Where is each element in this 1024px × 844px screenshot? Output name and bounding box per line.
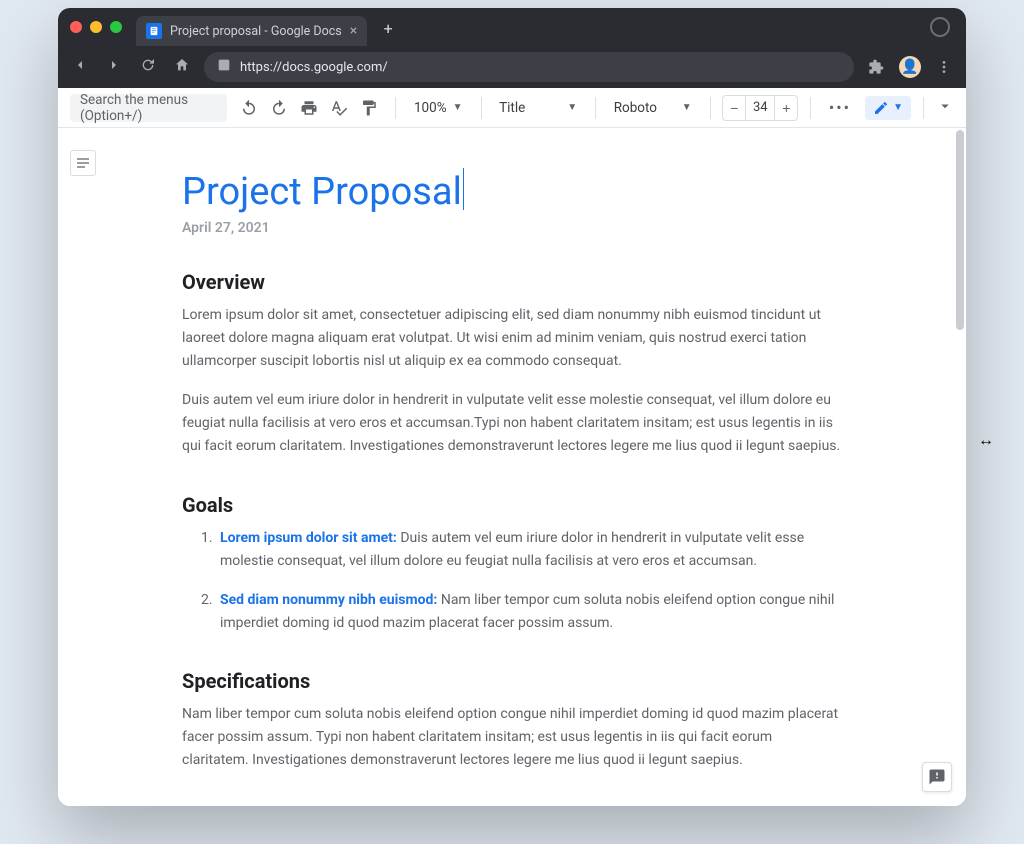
home-button[interactable] bbox=[170, 57, 194, 77]
chevron-down-icon: ▼ bbox=[453, 102, 463, 113]
window-profile-icon[interactable] bbox=[930, 17, 950, 37]
tab-title: Project proposal - Google Docs bbox=[170, 24, 342, 39]
back-button[interactable] bbox=[68, 57, 92, 77]
heading-overview[interactable]: Overview bbox=[182, 270, 842, 294]
minimize-window-button[interactable] bbox=[90, 21, 102, 33]
font-size-stepper[interactable]: − 34 + bbox=[722, 95, 798, 121]
paint-format-button[interactable] bbox=[355, 94, 383, 122]
paragraph-style-dropdown[interactable]: Title ▼ bbox=[493, 94, 583, 122]
spellcheck-button[interactable] bbox=[325, 94, 353, 122]
reload-button[interactable] bbox=[136, 57, 160, 77]
titlebar: Project proposal - Google Docs × + bbox=[58, 8, 966, 46]
chevron-down-icon: ▼ bbox=[893, 102, 903, 113]
window-controls bbox=[70, 21, 122, 33]
separator bbox=[710, 97, 711, 119]
font-family-dropdown[interactable]: Roboto ▼ bbox=[608, 94, 698, 122]
overview-paragraph-2[interactable]: Duis autem vel eum iriure dolor in hendr… bbox=[182, 389, 842, 458]
text-cursor bbox=[463, 168, 465, 210]
scrollbar-thumb[interactable] bbox=[956, 130, 964, 330]
goal-item-2[interactable]: Sed diam nonummy nibh euismod: Nam liber… bbox=[216, 589, 842, 635]
separator bbox=[810, 97, 811, 119]
specifications-paragraph[interactable]: Nam liber tempor cum soluta nobis eleife… bbox=[182, 703, 842, 772]
separator bbox=[481, 97, 482, 119]
content-area: Project Proposal April 27, 2021 Overview… bbox=[58, 128, 966, 806]
undo-button[interactable] bbox=[235, 94, 263, 122]
extensions-icon[interactable] bbox=[864, 59, 888, 75]
more-toolbar-button[interactable]: ••• bbox=[823, 98, 857, 117]
resize-cursor-icon: ↔ bbox=[978, 430, 994, 450]
new-tab-button[interactable]: + bbox=[375, 15, 401, 41]
heading-goals[interactable]: Goals bbox=[182, 493, 842, 517]
overview-paragraph-1[interactable]: Lorem ipsum dolor sit amet, consectetuer… bbox=[182, 304, 842, 373]
close-tab-button[interactable]: × bbox=[350, 23, 357, 39]
zoom-dropdown[interactable]: 100% ▼ bbox=[408, 94, 469, 122]
font-size-value[interactable]: 34 bbox=[745, 96, 775, 120]
site-info-icon[interactable] bbox=[216, 57, 232, 77]
goals-list[interactable]: Lorem ipsum dolor sit amet: Duis autem v… bbox=[182, 527, 842, 635]
document-outline-button[interactable] bbox=[70, 150, 96, 176]
hide-menus-button[interactable] bbox=[936, 97, 954, 119]
heading-specifications[interactable]: Specifications bbox=[182, 669, 842, 693]
separator bbox=[595, 97, 596, 119]
separator bbox=[923, 97, 924, 119]
close-window-button[interactable] bbox=[70, 21, 82, 33]
font-size-increase[interactable]: + bbox=[775, 96, 797, 120]
maximize-window-button[interactable] bbox=[110, 21, 122, 33]
chevron-down-icon: ▼ bbox=[567, 102, 577, 113]
redo-button[interactable] bbox=[265, 94, 293, 122]
explore-button[interactable] bbox=[922, 762, 952, 792]
document-scroll[interactable]: Project Proposal April 27, 2021 Overview… bbox=[58, 128, 966, 806]
chevron-down-icon: ▼ bbox=[682, 102, 692, 113]
docs-favicon-icon bbox=[146, 23, 162, 39]
url-text: https://docs.google.com/ bbox=[240, 60, 388, 75]
address-bar: https://docs.google.com/ 👤 bbox=[58, 46, 966, 88]
url-field[interactable]: https://docs.google.com/ bbox=[204, 52, 854, 82]
browser-menu-button[interactable] bbox=[932, 59, 956, 75]
document-title[interactable]: Project Proposal bbox=[182, 170, 462, 214]
document-page[interactable]: Project Proposal April 27, 2021 Overview… bbox=[172, 168, 852, 766]
docs-toolbar: Search the menus (Option+/) 100% ▼ Title… bbox=[58, 88, 966, 128]
profile-avatar[interactable]: 👤 bbox=[898, 56, 922, 78]
editing-mode-button[interactable]: ▼ bbox=[865, 96, 911, 120]
separator bbox=[395, 97, 396, 119]
font-size-decrease[interactable]: − bbox=[723, 96, 745, 120]
print-button[interactable] bbox=[295, 94, 323, 122]
menu-search-placeholder: Search the menus (Option+/) bbox=[80, 92, 217, 124]
browser-tab[interactable]: Project proposal - Google Docs × bbox=[136, 16, 367, 46]
forward-button[interactable] bbox=[102, 57, 126, 77]
browser-window: Project proposal - Google Docs × + https… bbox=[58, 8, 966, 806]
goal-item-1[interactable]: Lorem ipsum dolor sit amet: Duis autem v… bbox=[216, 527, 842, 573]
document-date[interactable]: April 27, 2021 bbox=[182, 220, 842, 236]
menu-search[interactable]: Search the menus (Option+/) bbox=[70, 94, 227, 122]
